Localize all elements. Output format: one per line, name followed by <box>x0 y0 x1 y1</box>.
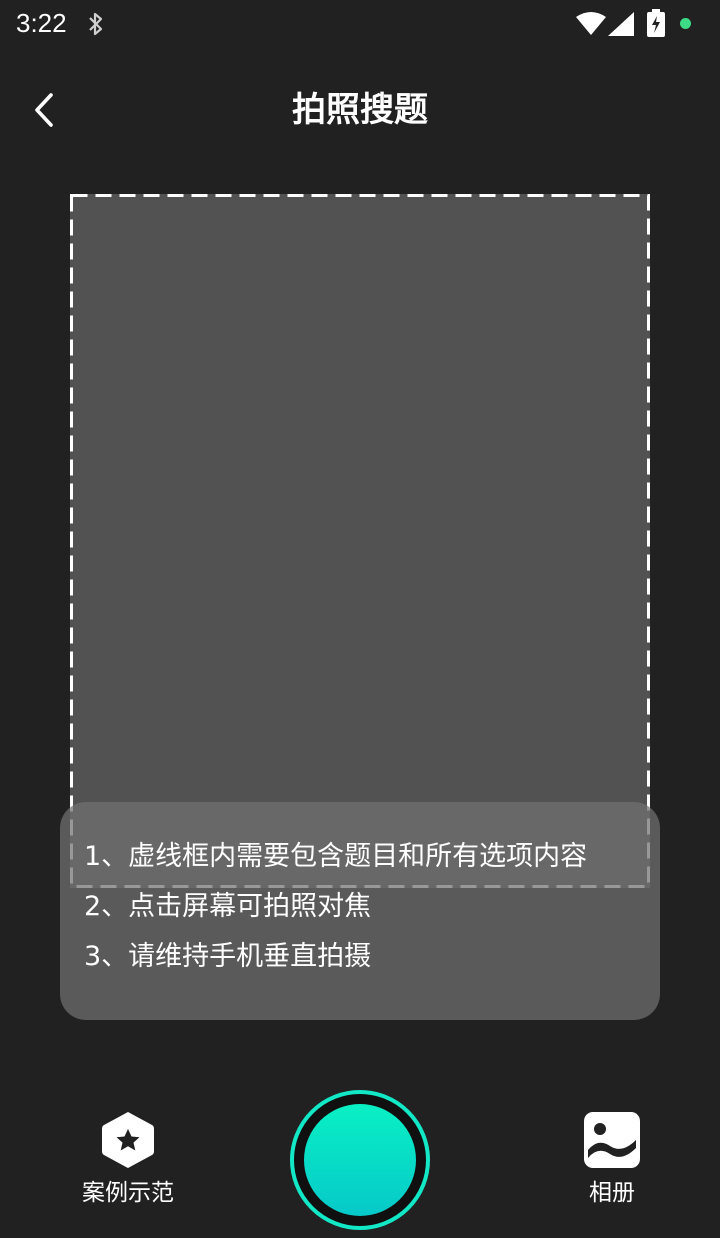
example-button[interactable]: 案例示范 <box>66 1108 190 1212</box>
tip-item: 3、请维持手机垂直拍摄 <box>84 941 372 972</box>
status-bar: 3:22 <box>0 0 720 50</box>
tip-item: 2、点击屏幕可拍照对焦 <box>84 891 372 922</box>
tip-item: 1、虚线框内需要包含题目和所有选项内容 <box>84 841 588 872</box>
photo-search-screen: 3:22 拍照搜题 1、虚线框内需要包含题目和所有选项内容 2、点击屏幕可拍照对… <box>0 0 720 1238</box>
shutter-button[interactable] <box>290 1090 430 1230</box>
bluetooth-icon <box>86 11 106 41</box>
notification-dot-icon <box>680 18 691 29</box>
star-hexagon-icon <box>100 1110 156 1174</box>
album-button[interactable]: 相册 <box>560 1108 664 1212</box>
tips-panel: 1、虚线框内需要包含题目和所有选项内容 2、点击屏幕可拍照对焦 3、请维持手机垂… <box>60 802 660 1020</box>
album-label: 相册 <box>589 1180 635 1206</box>
shutter-icon <box>304 1104 416 1216</box>
gallery-icon <box>584 1112 640 1172</box>
scan-frame[interactable] <box>70 194 650 888</box>
status-time: 3:22 <box>16 8 67 38</box>
signal-icon <box>608 12 634 40</box>
battery-charging-icon <box>646 9 666 41</box>
page-title: 拍照搜题 <box>292 90 428 130</box>
wifi-icon <box>576 12 606 40</box>
dashed-border <box>70 194 650 888</box>
example-label: 案例示范 <box>82 1180 174 1206</box>
